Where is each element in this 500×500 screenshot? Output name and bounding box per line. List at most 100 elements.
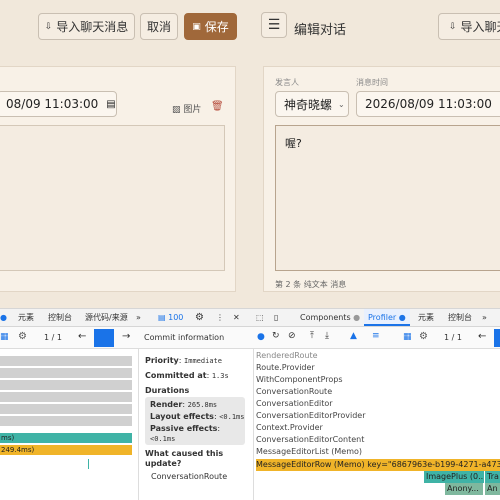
devtools-tab-bar: ● 元素 控制台 源代码/来源 » ▤ 100 ⚙ ⋮ ✕ ⬚ ▯ Compon… <box>0 308 500 327</box>
save-button[interactable]: ▣ 保存 <box>184 13 237 40</box>
more-tabs-icon[interactable]: » <box>136 309 141 326</box>
left-selected-commit[interactable] <box>94 329 114 347</box>
tree-row[interactable]: Context.Provider <box>256 422 323 434</box>
priority-row: Priority: Immediate <box>145 356 222 365</box>
left-datetime-field[interactable]: 08/09 11:03:00 ▤ <box>0 91 117 117</box>
left-message-panel: 08/09 11:03:00 ▤ ▨ 图片 🗑 <box>0 66 236 292</box>
right-message-textarea[interactable]: 喔? <box>275 125 500 271</box>
image-label: 图片 <box>183 105 202 115</box>
tree-row[interactable]: ConversationRoute <box>256 386 332 398</box>
left-next-icon[interactable]: → <box>122 331 130 342</box>
left-import-button[interactable]: ⇩ 导入聊天消息 <box>38 13 135 40</box>
settings-icon[interactable]: ⚙ <box>195 309 204 326</box>
tab-elements[interactable]: 元素 <box>18 309 34 326</box>
chevron-down-icon: ⌄ <box>338 99 345 109</box>
clear-icon[interactable]: ⊘ <box>288 331 296 341</box>
durations-box: Render: 265.8ms Layout effects: <0.1ms P… <box>145 397 245 445</box>
message-text: 喔? <box>285 137 302 150</box>
speaker-label: 发言人 <box>275 78 299 87</box>
kebab-icon[interactable]: ⋮ <box>216 309 224 326</box>
tab-sources[interactable]: 源代码/来源 <box>85 309 128 326</box>
tab-components-label: Components <box>300 313 351 322</box>
tree-child[interactable]: Tra <box>485 471 500 483</box>
tree-child[interactable]: ImagePlus (0... <box>424 471 484 483</box>
import-icon: ⇩ <box>449 21 457 32</box>
tab-elements-right[interactable]: 元素 <box>418 309 434 326</box>
right-settings-icon[interactable]: ⚙ <box>419 331 428 342</box>
inspect-icon[interactable]: ⬚ <box>256 309 264 326</box>
tree-row[interactable]: MessageEditorList (Memo) <box>256 446 362 458</box>
device-icon[interactable]: ▯ <box>274 309 278 326</box>
download-icon[interactable]: ⤓ <box>325 331 329 341</box>
message-time-label: 消息时间 <box>356 78 388 87</box>
tree-row[interactable]: ConversationEditorContent <box>256 434 364 446</box>
tree-grandchild[interactable]: An <box>485 483 500 495</box>
flame-chart-icon[interactable]: ▲ <box>350 331 357 341</box>
commit-info-title: Commit information <box>144 333 225 342</box>
tree-row[interactable]: ConversationEditorProvider <box>256 410 366 422</box>
save-label: 保存 <box>204 20 229 34</box>
flame-bar[interactable] <box>0 368 132 379</box>
tab-console[interactable]: 控制台 <box>48 309 72 326</box>
left-datetime-value: 08/09 11:03:00 <box>6 97 99 111</box>
flame-bar[interactable] <box>0 392 132 403</box>
right-calendar-icon[interactable]: ▦ <box>403 332 412 342</box>
profiler-toolbar: ▦ ⚙ 1 / 1 ← → Commit information ● ↻ ⊘ ⤒… <box>0 327 500 349</box>
commit-info-panel: Priority: Immediate Committed at: 1.3s D… <box>138 349 254 500</box>
right-import-label: 导入聊天 <box>460 20 500 34</box>
durations-label: Durations <box>145 386 190 395</box>
left-message-textarea[interactable] <box>0 125 225 271</box>
delete-icon[interactable]: 🗑 <box>211 101 224 112</box>
flame-bar-teal[interactable]: ms) <box>0 433 132 444</box>
dot-icon: ● <box>398 313 406 322</box>
left-calendar-icon[interactable]: ▦ <box>0 332 9 342</box>
image-button[interactable]: ▨ 图片 <box>172 102 201 115</box>
tree-row[interactable]: ConversationEditor <box>256 398 333 410</box>
tree-row-highlight[interactable]: MessageEditorRow (Memo) key="6867963e-b1… <box>256 459 500 471</box>
left-import-label: 导入聊天消息 <box>56 20 129 34</box>
tab-components[interactable]: Components ● <box>300 309 360 326</box>
layout-row: Layout effects: <0.1ms <box>150 412 245 421</box>
flame-bar-highlight-label: 249.4ms) <box>1 446 35 454</box>
flame-bar[interactable] <box>0 404 132 415</box>
cancel-button[interactable]: 取消 <box>140 13 178 40</box>
right-commit-page: 1 / 1 <box>444 333 462 342</box>
right-prev-icon[interactable]: ← <box>478 331 486 342</box>
tree-row[interactable]: Route.Provider <box>256 362 315 374</box>
flame-bar[interactable] <box>0 380 132 391</box>
left-settings-icon[interactable]: ⚙ <box>18 331 27 342</box>
issues-badge[interactable]: ▤ 100 <box>158 309 183 326</box>
passive-value: <0.1ms <box>150 435 176 443</box>
tree-row[interactable]: RenderedRoute <box>256 350 318 362</box>
tab-profiler[interactable]: Profiler ● <box>364 309 410 326</box>
dot-icon: ● <box>353 313 361 322</box>
render-row: Render: 265.8ms <box>150 400 218 409</box>
menu-icon: ☰ <box>267 17 281 33</box>
menu-button[interactable]: ☰ <box>261 12 287 38</box>
message-footer: 第 2 条 纯文本 消息 <box>275 280 347 289</box>
calendar-icon: ▤ <box>106 98 116 110</box>
tree-grandchild[interactable]: Anony... <box>445 483 483 495</box>
flame-bar-highlight[interactable]: 249.4ms) <box>0 445 132 456</box>
right-selected-commit[interactable] <box>494 329 500 347</box>
tree-row[interactable]: WithComponentProps <box>256 374 343 386</box>
ranked-chart-icon[interactable]: ≡ <box>372 331 380 341</box>
close-devtools-icon[interactable]: ✕ <box>233 309 240 326</box>
cause-value[interactable]: ConversationRoute <box>151 472 227 481</box>
flame-bar[interactable] <box>0 356 132 367</box>
reload-icon[interactable]: ↻ <box>272 331 280 341</box>
left-prev-icon[interactable]: ← <box>78 331 86 342</box>
priority-value: Immediate <box>184 357 222 365</box>
right-datetime-field[interactable]: 2026/08/09 11:03:00 <box>356 91 500 117</box>
more-tabs-icon-right[interactable]: » <box>482 309 487 326</box>
tab-console-right[interactable]: 控制台 <box>448 309 472 326</box>
upload-icon[interactable]: ⤒ <box>310 331 314 341</box>
record-icon[interactable]: ● <box>257 332 265 342</box>
speaker-select[interactable]: 神奇晓螺 ⌄ <box>275 91 349 117</box>
right-import-button[interactable]: ⇩ 导入聊天 <box>438 13 500 40</box>
committed-label: Committed at <box>145 371 207 380</box>
left-flamegraph: ms) 249.4ms) <box>0 349 138 500</box>
flame-tick <box>88 459 89 469</box>
tab-profiler-label: Profiler <box>368 313 397 322</box>
flame-bar[interactable] <box>0 416 132 427</box>
